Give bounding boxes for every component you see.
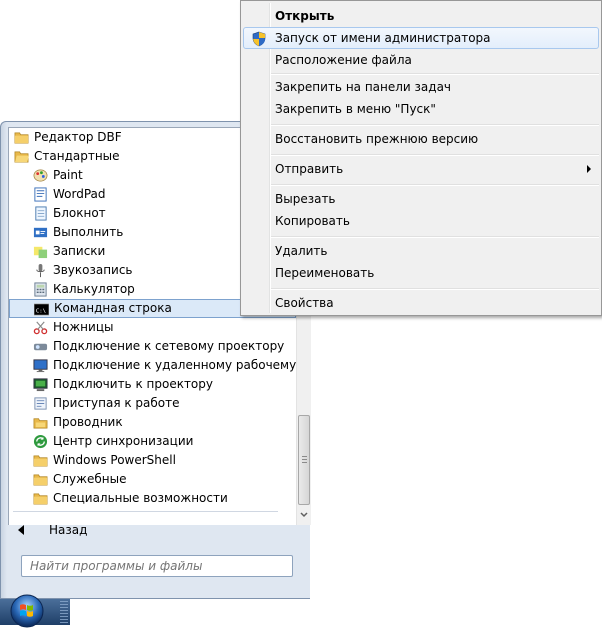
item-label: Записки [53,244,106,258]
menu-separator [271,73,599,75]
menu-item-label: Восстановить прежнюю версию [275,132,479,146]
scroll-thumb[interactable] [298,415,310,505]
menu-item-label: Свойства [275,296,334,310]
item-label: Ножницы [53,320,114,334]
menu-item-send-to[interactable]: Отправить [243,158,599,180]
menu-separator [271,124,599,126]
item-label: Приступая к работе [53,396,180,410]
menu-item-restore-version[interactable]: Восстановить прежнюю версию [243,128,599,150]
program-item[interactable]: Проводник [9,413,296,432]
program-item[interactable]: Подключение к удаленному рабочему столу [9,356,311,375]
run-icon [33,227,48,238]
program-item[interactable]: Подключить к проектору [9,375,296,394]
item-label: Подключить к проектору [53,377,213,391]
menu-item-label: Удалить [275,244,328,258]
wordpad-icon [34,187,47,202]
getting-started-icon [34,397,47,410]
submenu-arrow-icon [587,165,591,173]
divider [13,511,278,512]
menu-item-label: Переименовать [275,266,375,280]
menu-item-label: Отправить [275,162,344,176]
sync-center-icon [33,434,48,449]
microphone-icon [36,263,45,278]
back-button[interactable]: Назад [8,520,288,540]
menu-item-cut[interactable]: Вырезать [243,188,599,210]
menu-item-label: Копировать [275,214,350,228]
remote-desktop-icon [33,359,48,373]
sticky-notes-icon [33,246,48,259]
scroll-down-icon[interactable] [297,508,311,522]
item-label: Выполнить [53,225,124,239]
program-item[interactable]: Центр синхронизации [9,432,296,451]
item-label: Проводник [53,415,123,429]
program-item[interactable]: Служебные [9,470,296,489]
folder-icon [33,493,48,505]
scissors-icon [33,321,48,335]
explorer-icon [33,418,48,429]
folder-icon [33,474,48,486]
program-item[interactable]: Ножницы [9,318,296,337]
menu-item-label: Открыть [275,9,335,23]
start-button[interactable] [6,592,48,628]
grip-icon [302,456,307,464]
menu-item-run-as-admin[interactable]: Запуск от имени администратора [243,27,599,49]
svg-text:C:\: C:\ [36,308,46,314]
menu-item-label: Вырезать [275,192,336,206]
menu-item-label: Закрепить на панели задач [275,80,452,94]
menu-item-delete[interactable]: Удалить [243,240,599,262]
uac-shield-icon [252,31,266,47]
menu-item-pin-taskbar[interactable]: Закрепить на панели задач [243,76,599,98]
back-label: Назад [49,523,88,537]
back-arrow-icon [18,525,24,535]
taskbar-grip-icon [60,601,68,623]
item-label: Подключение к сетевому проектору [53,339,285,353]
notepad-icon [35,206,47,221]
menu-item-rename[interactable]: Переименовать [243,262,599,284]
menu-item-copy[interactable]: Копировать [243,210,599,232]
folder-icon [33,455,48,467]
folder-open-icon [14,151,29,163]
item-label: WordPad [53,187,106,201]
calculator-icon [34,282,47,297]
item-label: Windows PowerShell [53,453,176,467]
menu-item-label: Запуск от имени администратора [275,31,491,45]
menu-separator [271,236,599,238]
projector-network-icon [33,343,48,351]
item-label: Звукозапись [53,263,133,277]
menu-item-open[interactable]: Открыть [243,5,599,27]
menu-item-properties[interactable]: Свойства [243,292,599,314]
context-menu: Открыть Запуск от имени администратора Р… [240,0,602,316]
item-label: Подключение к удаленному рабочему столу [53,358,311,372]
search-box[interactable] [21,555,293,577]
program-item[interactable]: Windows PowerShell [9,451,296,470]
menu-item-pin-start[interactable]: Закрепить в меню "Пуск" [243,98,599,120]
program-item[interactable]: Подключение к сетевому проектору [9,337,296,356]
folder-icon [14,132,29,144]
item-label: Редактор DBF [34,130,122,144]
item-label: Командная строка [54,301,172,315]
menu-separator [271,184,599,186]
search-input[interactable] [26,557,289,575]
item-label: Служебные [53,472,127,486]
menu-item-label: Закрепить в меню "Пуск" [275,102,436,116]
cmd-icon: C:\ [34,303,49,316]
item-label: Специальные возможности [53,491,228,505]
menu-item-label: Расположение файла [275,53,412,67]
menu-item-file-location[interactable]: Расположение файла [243,49,599,71]
program-item[interactable]: Специальные возможности [9,489,296,508]
item-label: Калькулятор [53,282,135,296]
paint-icon [33,169,48,182]
menu-separator [271,154,599,156]
item-label: Центр синхронизации [53,434,194,448]
projector-icon [33,378,48,392]
menu-separator [271,288,599,290]
item-label: Paint [53,168,83,182]
item-label: Блокнот [53,206,106,220]
program-item[interactable]: Приступая к работе [9,394,296,413]
item-label: Стандартные [34,149,120,163]
